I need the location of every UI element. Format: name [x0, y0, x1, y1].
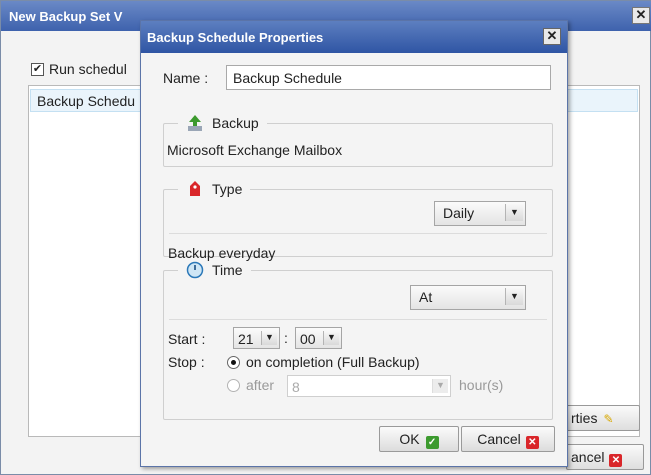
background-cancel-label: ancel: [571, 449, 605, 465]
check-icon: ✓: [425, 436, 439, 449]
backup-schedule-properties-dialog: Backup Schedule Properties ✕ Name : Back…: [140, 20, 568, 467]
start-hour-dropdown[interactable]: 21 ▼: [233, 327, 280, 349]
background-close-icon[interactable]: ✕: [632, 7, 650, 24]
time-mode-value: At: [419, 289, 433, 305]
backup-group-label: Backup: [212, 115, 259, 131]
hours-unit-label: hour(s): [459, 377, 504, 393]
background-window-title: New Backup Set V: [9, 9, 123, 24]
red-tag-icon: [186, 180, 204, 198]
properties-button[interactable]: rties ✎: [566, 405, 640, 431]
backup-source-value: Microsoft Exchange Mailbox: [167, 142, 343, 158]
time-group-header: Time: [178, 261, 251, 279]
run-scheduled-checkbox[interactable]: ✔: [31, 63, 44, 76]
time-group-label: Time: [212, 262, 243, 278]
close-icon[interactable]: ✕: [543, 28, 561, 45]
background-cancel-button[interactable]: ancel ✕: [566, 444, 644, 470]
cancel-button[interactable]: Cancel ✕: [461, 426, 555, 452]
cancel-x-icon: ✕: [525, 436, 539, 449]
start-minute-dropdown[interactable]: 00 ▼: [295, 327, 342, 349]
type-description: Backup everyday: [168, 245, 276, 261]
stop-after-hours-value: 8: [292, 379, 300, 395]
chevron-down-icon[interactable]: ▼: [505, 204, 523, 221]
cancel-button-label: Cancel: [477, 431, 521, 447]
type-divider: [169, 233, 547, 234]
dialog-title: Backup Schedule Properties: [147, 30, 324, 45]
backup-up-arrow-icon: [186, 114, 204, 132]
start-label: Start :: [168, 331, 206, 347]
name-label: Name :: [163, 70, 209, 86]
run-scheduled-label: Run schedul: [49, 61, 127, 77]
ok-button[interactable]: OK ✓: [379, 426, 459, 452]
chevron-down-icon[interactable]: ▼: [505, 288, 523, 305]
properties-button-label: rties: [571, 410, 598, 426]
schedule-name-input[interactable]: [226, 65, 551, 90]
schedule-type-value: Daily: [443, 205, 475, 221]
dialog-titlebar: Backup Schedule Properties ✕: [141, 21, 567, 53]
chevron-down-icon[interactable]: ▼: [432, 379, 448, 393]
schedule-type-dropdown[interactable]: Daily ▼: [434, 201, 526, 226]
edit-pencil-icon: ✎: [603, 412, 614, 426]
type-group-header: Type: [178, 180, 251, 198]
ok-button-label: OK: [399, 431, 420, 447]
stop-after-hours-dropdown[interactable]: 8 ▼: [287, 375, 451, 397]
clock-icon: [186, 261, 204, 279]
chevron-down-icon[interactable]: ▼: [323, 331, 339, 345]
chevron-down-icon[interactable]: ▼: [261, 331, 277, 345]
stop-after-radio[interactable]: [227, 379, 240, 392]
type-group-label: Type: [212, 181, 243, 197]
stop-on-completion-radio[interactable]: [227, 356, 240, 369]
time-separator: :: [284, 330, 288, 346]
cancel-x-icon: ✕: [609, 454, 623, 467]
backup-group-header: Backup: [178, 114, 267, 132]
start-minute-value: 00: [300, 331, 316, 347]
stop-on-completion-label: on completion (Full Backup): [246, 354, 420, 370]
time-divider: [169, 319, 547, 320]
time-mode-dropdown[interactable]: At ▼: [410, 285, 526, 310]
stop-label: Stop :: [168, 354, 205, 370]
stop-after-label: after: [246, 377, 275, 393]
start-hour-value: 21: [238, 331, 254, 347]
